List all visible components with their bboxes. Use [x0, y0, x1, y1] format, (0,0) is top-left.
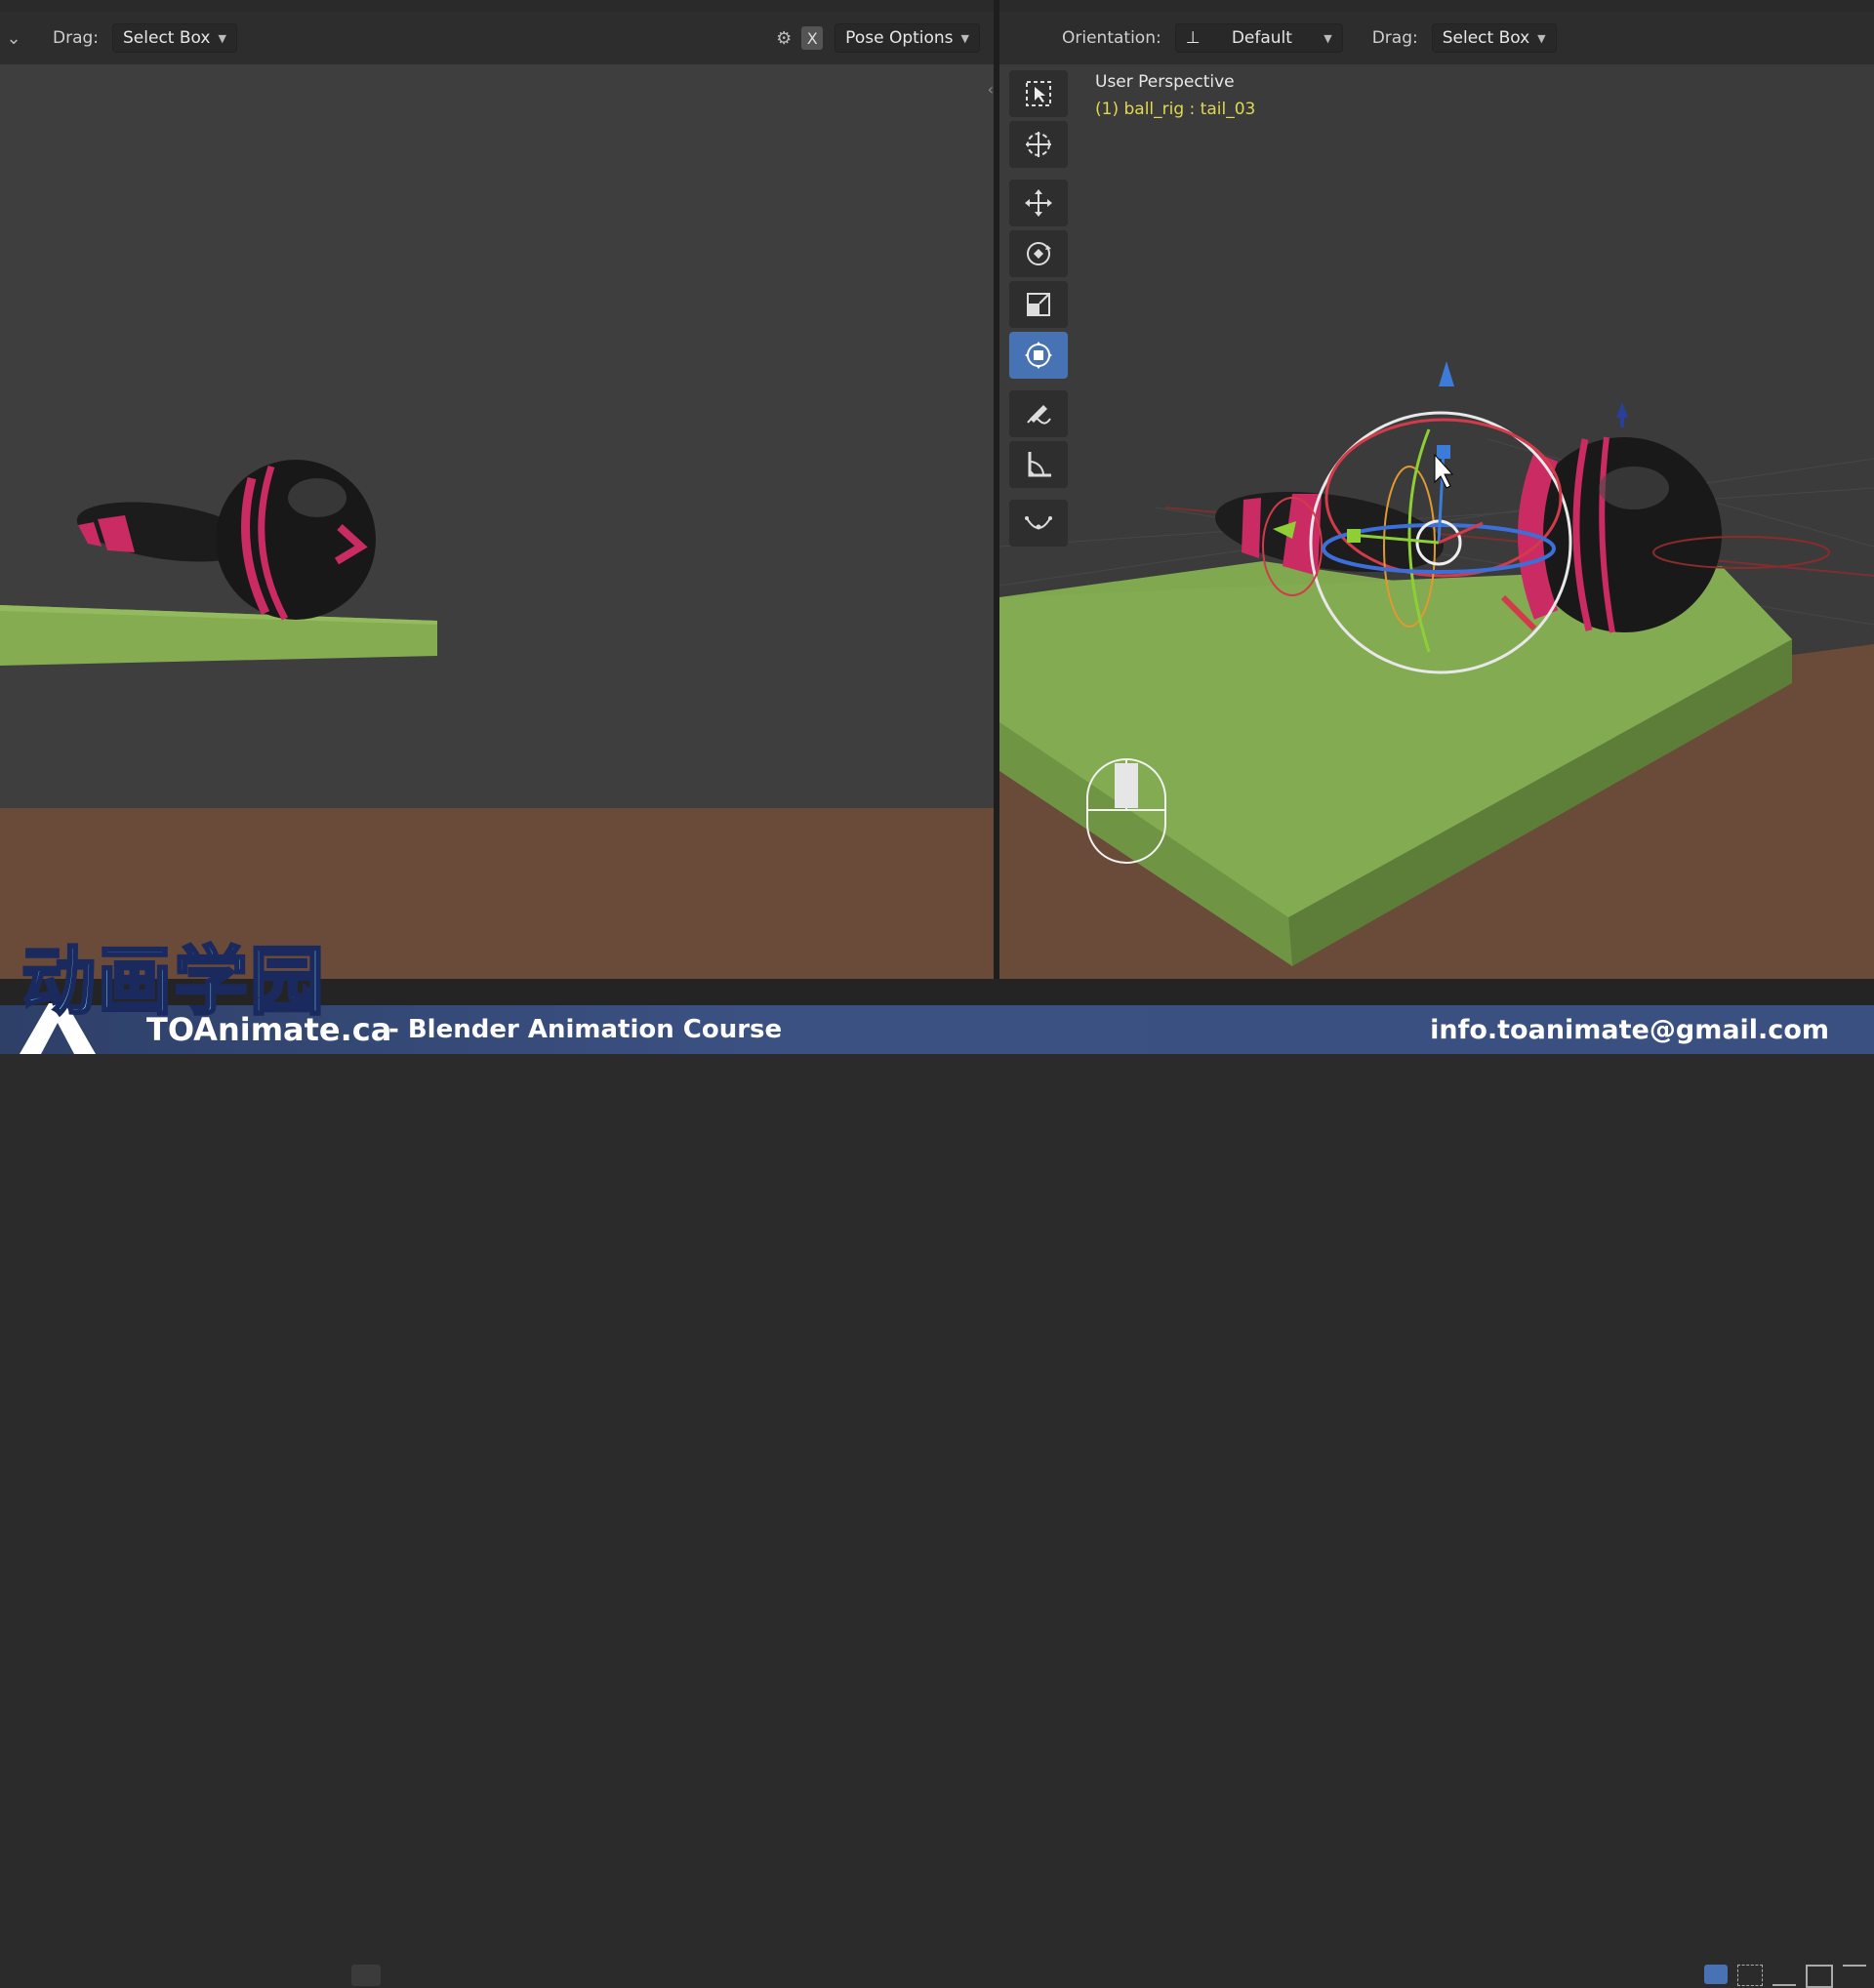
- scale-tool[interactable]: [1009, 281, 1068, 328]
- viewport-info: User Perspective (1) ball_rig : tail_03: [1095, 68, 1255, 123]
- square-icon[interactable]: [1806, 1965, 1833, 1988]
- drag-dropdown[interactable]: Select Box ▼: [112, 23, 237, 53]
- toolshelf: [1009, 70, 1068, 550]
- status-icons: [1704, 1965, 1866, 1988]
- chevron-down-icon: ▼: [1537, 31, 1546, 45]
- chevron-down-icon: ▼: [218, 31, 226, 45]
- chevron-down-icon: ▼: [1324, 31, 1332, 45]
- drag-label: Drag:: [53, 28, 100, 48]
- orientation-icon: ⊥: [1185, 28, 1201, 48]
- box-select-icon[interactable]: [1737, 1965, 1763, 1986]
- pose-options-dropdown[interactable]: Pose Options ▼: [835, 23, 980, 53]
- move-icon: [1025, 189, 1052, 217]
- refresh-button[interactable]: [351, 1965, 381, 1986]
- move-tool[interactable]: [1009, 180, 1068, 226]
- drag-dropdown[interactable]: Select Box ▼: [1431, 23, 1557, 53]
- header-strip: [0, 0, 994, 12]
- drag-label: Drag:: [1371, 28, 1418, 48]
- logo-text: 动画学园: [20, 938, 326, 1025]
- left-viewport[interactable]: ⌄ Drag: Select Box ▼ ⚙ X Pose Options ▼ …: [0, 0, 994, 979]
- transform-tool[interactable]: [1009, 332, 1068, 379]
- active-object-name: (1) ball_rig : tail_03: [1095, 100, 1256, 119]
- drag-value: Select Box: [123, 28, 211, 48]
- cursor-tool[interactable]: [1009, 121, 1068, 168]
- orientation-dropdown[interactable]: ⊥ Default ▼: [1174, 23, 1343, 53]
- measure-tool[interactable]: [1009, 441, 1068, 488]
- chevron-down-icon: ▼: [960, 31, 969, 45]
- drag-value: Select Box: [1442, 28, 1530, 48]
- right-tool-header: Orientation: ⊥ Default ▼ Drag: Select Bo…: [999, 12, 1874, 64]
- cursor-icon: [1026, 132, 1051, 157]
- left-tool-header: ⌄ Drag: Select Box ▼ ⚙ X Pose Options ▼: [0, 12, 994, 64]
- rotate-tool[interactable]: [1009, 230, 1068, 277]
- select-box-icon: [1026, 81, 1051, 106]
- pose-options-label: Pose Options: [845, 28, 954, 48]
- scale-icon: [1027, 293, 1050, 316]
- right-viewport[interactable]: Orientation: ⊥ Default ▼ Drag: Select Bo…: [999, 0, 1874, 979]
- select-icon[interactable]: [1704, 1965, 1728, 1984]
- curve-icon: [1025, 516, 1052, 530]
- ruler-icon: [1028, 452, 1051, 477]
- filter-icon[interactable]: [1843, 1965, 1866, 1986]
- contact-email: info.toanimate@gmail.com: [1430, 1014, 1829, 1045]
- chevron-down-icon[interactable]: ⌄: [2, 26, 25, 50]
- bone-mirror-icon[interactable]: ⚙: [772, 26, 795, 50]
- view-name: User Perspective: [1095, 72, 1235, 92]
- transform-icon: [1025, 342, 1052, 369]
- text-icon[interactable]: [1772, 1965, 1796, 1986]
- left-viewport-scene: [0, 0, 994, 979]
- annotate-tool[interactable]: [1009, 390, 1068, 437]
- x-mirror-button[interactable]: X: [801, 26, 824, 50]
- header-strip: [999, 0, 1874, 12]
- orientation-label: Orientation:: [1062, 28, 1161, 48]
- rotate-icon: [1027, 242, 1051, 265]
- orientation-value: Default: [1231, 28, 1292, 48]
- select-box-tool[interactable]: [1009, 70, 1068, 117]
- right-viewport-scene: [999, 0, 1874, 979]
- course-title: - Blender Animation Course: [388, 1015, 783, 1044]
- pencil-icon: [1027, 405, 1051, 425]
- curve-tool[interactable]: [1009, 500, 1068, 547]
